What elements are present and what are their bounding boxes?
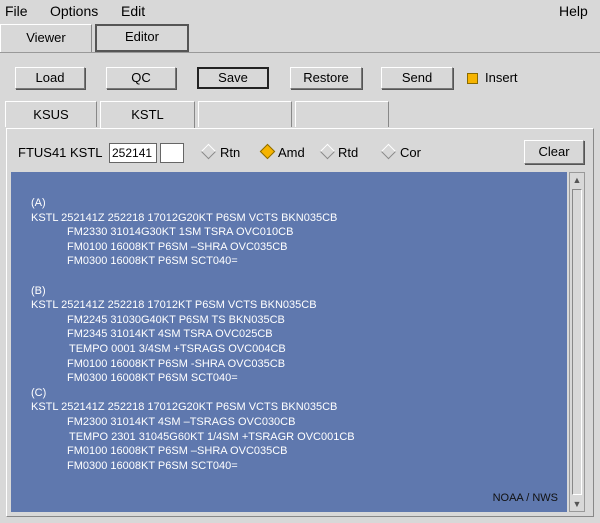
- taf-b-label: (B): [31, 284, 46, 297]
- scroll-track[interactable]: [572, 189, 582, 495]
- restore-button[interactable]: Restore: [290, 67, 362, 89]
- tab-ksus[interactable]: KSUS: [5, 101, 97, 127]
- save-button[interactable]: Save: [197, 67, 269, 89]
- taf-c-line3: TEMPO 2301 31045G60KT 1/4SM +TSRAGR OVC0…: [69, 430, 355, 443]
- taf-c-line5: FM0300 16008KT P6SM SCT040=: [67, 459, 238, 472]
- taf-b-line5: FM0100 16008KT P6SM -SHRA OVC035CB: [67, 357, 286, 370]
- taf-a-line2: FM2330 31014G30KT 1SM TSRA OVC010CB: [67, 226, 294, 239]
- rtd-label: Rtd: [338, 145, 359, 160]
- insert-checkbox[interactable]: [467, 73, 478, 84]
- header-label: FTUS41 KSTL: [18, 145, 103, 160]
- tab-viewer[interactable]: Viewer: [0, 24, 92, 52]
- tab-editor[interactable]: Editor: [95, 24, 189, 52]
- taf-c-line4: FM0100 16008KT P6SM –SHRA OVC035CB: [67, 445, 288, 458]
- taf-b-line6: FM0300 16008KT P6SM SCT040=: [67, 372, 238, 385]
- send-button[interactable]: Send: [381, 67, 453, 89]
- tab-kstl[interactable]: KSTL: [100, 101, 195, 129]
- taf-a-line3: FM0100 16008KT P6SM –SHRA OVC035CB: [67, 240, 288, 253]
- menu-options[interactable]: Options: [50, 3, 98, 19]
- menu-bar: File Options Edit Help: [0, 0, 600, 22]
- taf-b-line1: KSTL 252141Z 252218 17012KT P6SM VCTS BK…: [31, 299, 317, 312]
- load-button[interactable]: Load: [15, 67, 85, 89]
- menu-edit[interactable]: Edit: [121, 3, 145, 19]
- clear-button[interactable]: Clear: [524, 140, 584, 164]
- taf-b-line2: FM2245 31030G40KT P6SM TS BKN035CB: [67, 313, 285, 326]
- vertical-scrollbar[interactable]: ▲ ▼: [569, 172, 585, 512]
- cor-label: Cor: [400, 145, 421, 160]
- taf-c-line1: KSTL 252141Z 252218 17012G20KT P6SM VCTS…: [31, 401, 338, 414]
- scroll-up-icon[interactable]: ▲: [572, 174, 582, 186]
- menu-file[interactable]: File: [5, 3, 28, 19]
- taf-a-label: (A): [31, 197, 46, 209]
- amd-label: Amd: [278, 145, 305, 160]
- taf-a-line1: KSTL 252141Z 252218 17012G20KT P6SM VCTS…: [31, 211, 338, 224]
- taf-a-line4: FM0300 16008KT P6SM SCT040=: [67, 255, 238, 268]
- rtn-label: Rtn: [220, 145, 241, 160]
- taf-b-line4: TEMPO 0001 3/4SM +TSRAGS OVC004CB: [69, 342, 286, 355]
- noaa-watermark: NOAA / NWS: [492, 492, 558, 505]
- insert-label: Insert: [485, 70, 518, 85]
- taf-c-line2: FM2300 31014KT 4SM –TSRAGS OVC030CB: [67, 415, 296, 428]
- extra-field[interactable]: [160, 143, 184, 163]
- taf-b-line3: FM2345 31014KT 4SM TSRA OVC025CB: [67, 328, 273, 341]
- taf-c-label: (C): [31, 386, 47, 399]
- taf-text-area[interactable]: (A) KSTL 252141Z 252218 17012G20KT P6SM …: [11, 172, 567, 512]
- divider: [0, 52, 600, 53]
- qc-button[interactable]: QC: [106, 67, 176, 89]
- datetime-field[interactable]: 252141: [109, 143, 157, 163]
- tab-empty-1[interactable]: [198, 101, 292, 127]
- scroll-down-icon[interactable]: ▼: [572, 498, 582, 510]
- tab-empty-2[interactable]: [295, 101, 389, 127]
- menu-help[interactable]: Help: [559, 3, 588, 19]
